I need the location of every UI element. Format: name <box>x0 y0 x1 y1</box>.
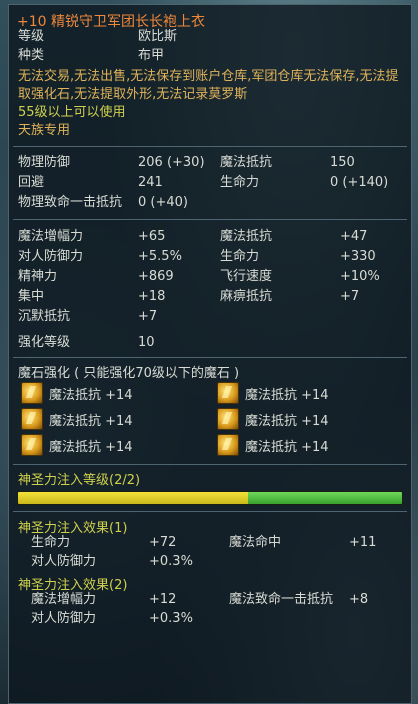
stat-value: +5.5% <box>138 249 182 264</box>
stat-value: +7 <box>138 309 158 324</box>
stat-value: +7 <box>340 289 360 304</box>
effect-row: 生命力 +72 魔法命中 +11 <box>9 533 411 552</box>
effect-value: +8 <box>349 592 369 607</box>
manastone-text: 魔法抵抗 +14 <box>245 439 329 455</box>
info-row: 等级 欧比斯 <box>9 27 411 46</box>
info-value: 布甲 <box>138 48 165 63</box>
manastone-icon <box>217 434 239 456</box>
stat-label: 生命力 <box>220 249 260 264</box>
effect-label: 魔法命中 <box>229 535 282 550</box>
effect-value: +12 <box>149 592 177 607</box>
enhance-label: 强化等级 <box>18 335 71 350</box>
stat-value: 0 (+140) <box>330 175 389 190</box>
manastone-slot[interactable]: 魔法抵抗 +14 <box>217 382 411 404</box>
manastone-text: 魔法抵抗 +14 <box>245 387 329 403</box>
stat-row: 物理致命一击抵抗 0 (+40) <box>9 193 411 213</box>
enhance-value: 10 <box>138 335 155 350</box>
progress-fill-green <box>248 492 402 504</box>
manastone-slot[interactable]: 魔法抵抗 +14 <box>21 408 217 430</box>
progress-fill-yellow <box>18 492 249 504</box>
race-requirement: 天族专用 <box>18 123 71 138</box>
manastone-icon <box>21 408 43 430</box>
effect-label: 对人防御力 <box>31 611 97 626</box>
effect-label: 魔法增幅力 <box>31 592 97 607</box>
info-value: 欧比斯 <box>138 29 178 44</box>
stat-value: +47 <box>340 229 368 244</box>
stat-label: 魔法抵抗 <box>220 229 273 244</box>
stat-label: 麻痹抵抗 <box>220 289 273 304</box>
effect-value: +0.3% <box>149 611 193 626</box>
stat-value: +869 <box>138 269 174 284</box>
item-tooltip: +10 精锐守卫军团长长袍上衣 等级 欧比斯 种类 布甲 无法交易,无法出售,无… <box>8 4 412 704</box>
effect-header: 神圣力注入效果(1) <box>18 521 128 536</box>
manastone-section: 魔石强化 ( 只能强化70级以下的魔石 ) 魔法抵抗 +14 魔法抵抗 +14 … <box>9 358 411 464</box>
stat-label: 飞行速度 <box>220 269 273 284</box>
stat-label: 生命力 <box>220 175 260 190</box>
godstone-section: 神圣力注入等级(2/2) <box>9 465 411 505</box>
godstone-header: 神圣力注入等级(2/2) <box>18 473 141 488</box>
effect-value: +0.3% <box>149 554 193 569</box>
stat-label: 对人防御力 <box>18 249 84 264</box>
stat-value: 0 (+40) <box>138 195 188 210</box>
manastone-icon <box>217 382 239 404</box>
stat-label: 魔法增幅力 <box>18 229 84 244</box>
effect-section: 神圣力注入效果(1) 生命力 +72 魔法命中 +11 对人防御力 +0.3% … <box>9 512 411 628</box>
stat-value: +65 <box>138 229 166 244</box>
manastone-icon <box>21 434 43 456</box>
manastone-slot[interactable]: 魔法抵抗 +14 <box>21 382 217 404</box>
bonus-stats: 魔法增幅力 +65 魔法抵抗 +47 对人防御力 +5.5% 生命力 +330 … <box>9 220 411 357</box>
effect-row: 对人防御力 +0.3% <box>9 609 411 628</box>
restrictions-text: 无法交易,无法出售,无法保存到账户仓库,军团仓库无法保存,无法提取强化石,无法提… <box>18 69 399 102</box>
info-label: 等级 <box>18 29 45 44</box>
info-label: 种类 <box>18 48 45 63</box>
manastone-slot[interactable]: 魔法抵抗 +14 <box>217 434 411 456</box>
godstone-progress-bar <box>17 491 403 505</box>
effect-label: 魔法致命一击抵抗 <box>229 592 334 607</box>
info-row: 种类 布甲 <box>9 46 411 65</box>
stat-value: 241 <box>138 175 163 190</box>
stat-row: 精神力 +869 飞行速度 +10% <box>9 267 411 287</box>
effect-value: +72 <box>149 535 177 550</box>
effect-value: +11 <box>349 535 377 550</box>
stat-value: +10% <box>340 269 380 284</box>
effect-label: 生命力 <box>31 535 71 550</box>
effect-header: 神圣力注入效果(2) <box>18 578 128 593</box>
manastone-text: 魔法抵抗 +14 <box>245 413 329 429</box>
stat-value: 150 <box>330 155 355 170</box>
stat-label: 物理防御 <box>18 155 71 170</box>
stat-row: 魔法增幅力 +65 魔法抵抗 +47 <box>9 227 411 247</box>
stat-label: 集中 <box>18 289 45 304</box>
effect-label: 对人防御力 <box>31 554 97 569</box>
stat-row: 沉默抵抗 +7 <box>9 307 411 327</box>
item-title: +10 精锐守卫军团长长袍上衣 <box>17 14 205 30</box>
stat-label: 回避 <box>18 175 45 190</box>
enhance-row: 强化等级 10 <box>9 333 411 353</box>
stat-row: 回避 241 生命力 0 (+140) <box>9 173 411 193</box>
stat-row: 物理防御 206 (+30) 魔法抵抗 150 <box>9 153 411 173</box>
manastone-slot[interactable]: 魔法抵抗 +14 <box>21 434 217 456</box>
stat-value: +330 <box>340 249 376 264</box>
stat-row: 集中 +18 麻痹抵抗 +7 <box>9 287 411 307</box>
manastone-text: 魔法抵抗 +14 <box>49 387 133 403</box>
stat-label: 魔法抵抗 <box>220 155 273 170</box>
stat-label: 物理致命一击抵抗 <box>18 195 123 210</box>
stat-value: +18 <box>138 289 166 304</box>
level-requirement: 55级以上可以使用 <box>18 105 126 120</box>
manastone-icon <box>21 382 43 404</box>
manastone-slot[interactable]: 魔法抵抗 +14 <box>217 408 411 430</box>
manastone-header: 魔石强化 ( 只能强化70级以下的魔石 ) <box>18 366 240 381</box>
stat-label: 沉默抵抗 <box>18 309 71 324</box>
effect-row: 魔法增幅力 +12 魔法致命一击抵抗 +8 <box>9 590 411 609</box>
manastone-text: 魔法抵抗 +14 <box>49 439 133 455</box>
base-stats: 物理防御 206 (+30) 魔法抵抗 150 回避 241 生命力 0 (+1… <box>9 147 411 219</box>
manastone-icon <box>217 408 239 430</box>
effect-row: 对人防御力 +0.3% <box>9 552 411 571</box>
manastone-text: 魔法抵抗 +14 <box>49 413 133 429</box>
stat-label: 精神力 <box>18 269 58 284</box>
stat-row: 对人防御力 +5.5% 生命力 +330 <box>9 247 411 267</box>
stat-value: 206 (+30) <box>138 155 205 170</box>
